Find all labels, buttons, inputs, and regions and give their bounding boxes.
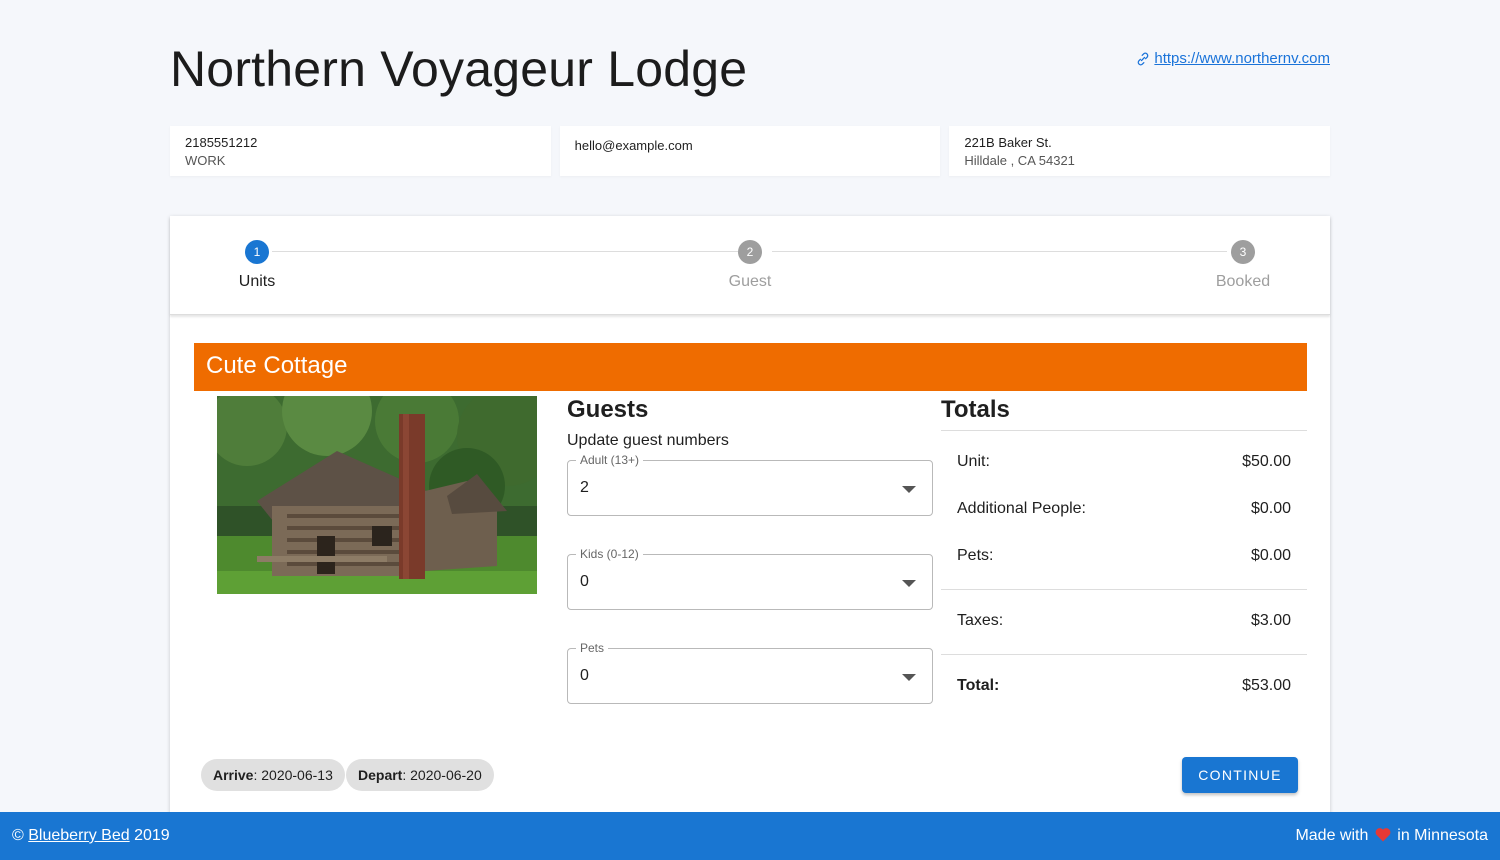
step-label: Units (238, 273, 276, 290)
page-title: Northern Voyageur Lodge (170, 41, 748, 97)
booking-stepper: 1 Units 2 Guest 3 Booked (170, 216, 1330, 315)
totals-value: $50.00 (1242, 453, 1291, 470)
pets-select-value: 0 (580, 667, 589, 684)
guests-section: Guests Update guest numbers Adult (13+) … (567, 396, 933, 704)
totals-value: $0.00 (1250, 500, 1291, 517)
email-card: hello@example.com (559, 126, 941, 176)
contact-info-row: 2185551212 WORK hello@example.com 221B B… (170, 126, 1331, 176)
link-icon (1138, 52, 1149, 65)
divider (941, 654, 1307, 655)
totals-value: $3.00 (1250, 612, 1291, 629)
made-with-text: Made with (1295, 827, 1369, 844)
heart-icon (1375, 828, 1391, 842)
arrive-label: Arrive (213, 767, 254, 783)
totals-label: Total: (957, 677, 1000, 694)
divider (941, 589, 1307, 590)
step-label: Booked (1215, 273, 1271, 290)
step-guest[interactable]: 2 Guest (690, 240, 810, 291)
totals-label: Additional People: (957, 500, 1086, 517)
guests-subtitle: Update guest numbers (567, 432, 729, 449)
totals-section: Totals Unit: $50.00 Additional People: $… (941, 396, 1307, 695)
address-card: 221B Baker St. Hilldale , CA 54321 (949, 126, 1331, 176)
depart-value: : 2020-06-20 (402, 767, 482, 783)
totals-value: $0.00 (1250, 547, 1291, 564)
dropdown-arrow-icon (902, 580, 916, 587)
step-units[interactable]: 1 Units (197, 240, 317, 291)
totals-row-total: Total: $53.00 (941, 677, 1307, 695)
stepper-connector (272, 251, 738, 252)
cottage-image (217, 396, 537, 594)
totals-label: Unit: (957, 453, 990, 470)
pets-select[interactable]: Pets 0 (567, 641, 933, 704)
arrive-value: : 2020-06-13 (253, 767, 333, 783)
kids-select-label: Kids (0-12) (576, 547, 643, 561)
totals-value: $53.00 (1242, 677, 1291, 694)
phone-type: WORK (185, 153, 226, 168)
phone-number: 2185551212 (185, 135, 258, 150)
website-url[interactable]: https://www.northernv.com (1154, 50, 1330, 67)
adult-select[interactable]: Adult (13+) 2 (567, 453, 933, 516)
depart-date-chip: Depart: 2020-06-20 (346, 759, 494, 791)
step-number: 2 (738, 240, 762, 264)
totals-label: Pets: (957, 547, 994, 564)
copyright-symbol: © (12, 827, 24, 844)
website-link[interactable]: https://www.northernv.com (1135, 50, 1330, 67)
guests-title: Guests (567, 396, 649, 423)
copyright-year: 2019 (134, 827, 170, 844)
phone-card: 2185551212 WORK (170, 126, 551, 176)
brand-link[interactable]: Blueberry Bed (28, 827, 129, 844)
step-label: Guest (728, 273, 772, 290)
step-booked[interactable]: 3 Booked (1183, 240, 1303, 291)
totals-row-pets: Pets: $0.00 (941, 547, 1307, 565)
totals-row-taxes: Taxes: $3.00 (941, 612, 1307, 630)
pets-select-label: Pets (576, 641, 609, 655)
step-number: 3 (1231, 240, 1255, 264)
depart-label: Depart (358, 767, 403, 783)
booking-card: 1 Units 2 Guest 3 Booked Cute Cottage Gu… (170, 216, 1330, 816)
step-number: 1 (245, 240, 269, 264)
totals-row-additional: Additional People: $0.00 (941, 500, 1307, 518)
footer: © Blueberry Bed 2019 Made with in Minnes… (0, 812, 1500, 860)
continue-button[interactable]: CONTINUE (1182, 757, 1298, 793)
kids-select-value: 0 (580, 573, 589, 590)
arrive-date-chip: Arrive: 2020-06-13 (201, 759, 345, 791)
totals-row-unit: Unit: $50.00 (941, 453, 1307, 471)
location-text: in Minnesota (1397, 827, 1488, 844)
adult-select-value: 2 (580, 479, 589, 496)
address-line1: 221B Baker St. (964, 135, 1052, 150)
dropdown-arrow-icon (902, 674, 916, 681)
stepper-connector (772, 251, 1227, 252)
unit-name-header: Cute Cottage (194, 343, 1307, 391)
footer-made-with: Made with in Minnesota (1295, 827, 1488, 845)
kids-select[interactable]: Kids (0-12) 0 (567, 547, 933, 610)
divider (941, 430, 1307, 431)
email-address: hello@example.com (574, 138, 693, 153)
dropdown-arrow-icon (902, 486, 916, 493)
footer-copyright: © Blueberry Bed 2019 (12, 827, 170, 845)
totals-label: Taxes: (957, 612, 1004, 629)
address-line2: Hilldale , CA 54321 (964, 153, 1075, 168)
totals-title: Totals (941, 396, 1010, 423)
adult-select-label: Adult (13+) (576, 453, 644, 467)
